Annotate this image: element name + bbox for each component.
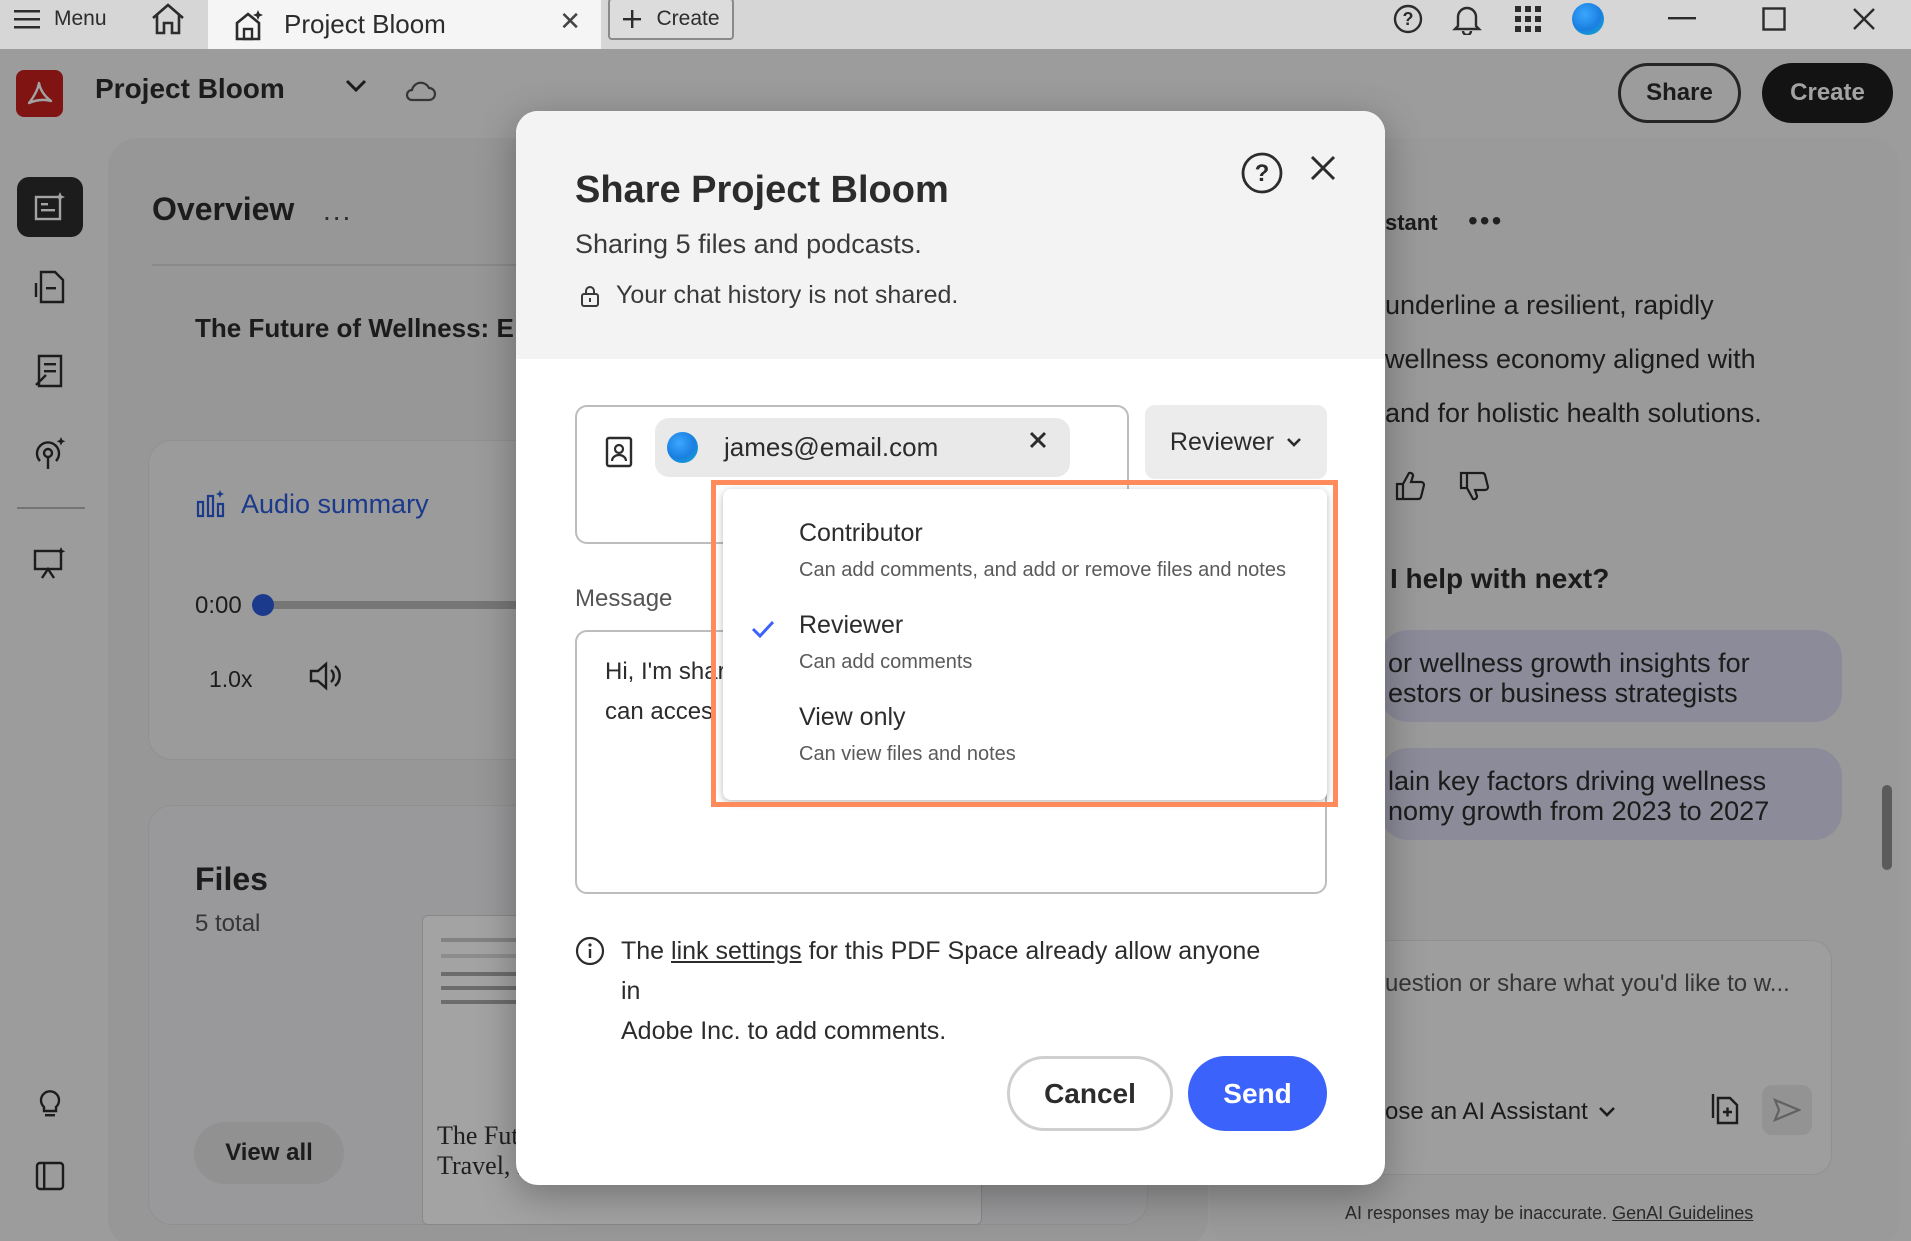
link-settings-link[interactable]: link settings bbox=[671, 937, 802, 965]
info-text: The link settings for this PDF Space alr… bbox=[621, 931, 1275, 1051]
dialog-title: Share Project Bloom bbox=[575, 169, 949, 211]
maximize-icon bbox=[1762, 7, 1786, 31]
dialog-help-button[interactable]: ? bbox=[1240, 151, 1284, 200]
lock-icon bbox=[581, 285, 599, 307]
profile-avatar bbox=[1572, 3, 1604, 35]
menu-label: Menu bbox=[54, 7, 107, 30]
help-button[interactable]: ? bbox=[1392, 0, 1424, 38]
link-settings-info: The link settings for this PDF Space alr… bbox=[575, 931, 1275, 1051]
dialog-close-button[interactable] bbox=[1308, 153, 1338, 188]
recipient-email: james@email.com bbox=[724, 432, 939, 462]
apps-button[interactable] bbox=[1514, 0, 1542, 38]
recipient-chip[interactable]: james@email.com bbox=[655, 418, 1070, 477]
close-icon bbox=[1310, 155, 1336, 181]
close-tab-icon[interactable]: ✕ bbox=[559, 6, 581, 37]
role-dropdown-value: Reviewer bbox=[1169, 427, 1275, 456]
hamburger-icon bbox=[14, 10, 40, 29]
highlight-annotation bbox=[711, 480, 1338, 807]
profile-button[interactable] bbox=[1572, 0, 1604, 38]
contact-card-icon bbox=[605, 436, 633, 468]
menu-button[interactable]: Menu bbox=[14, 0, 107, 38]
close-window-button[interactable] bbox=[1852, 0, 1876, 38]
info-line2: Adobe Inc. to add comments. bbox=[621, 1017, 947, 1045]
privacy-note-text: Your chat history is not shared. bbox=[616, 281, 959, 309]
tab-project-bloom[interactable]: Project Bloom ✕ bbox=[208, 0, 601, 49]
help-icon: ? bbox=[1393, 4, 1423, 34]
minimize-button[interactable] bbox=[1668, 0, 1696, 38]
project-space-icon bbox=[235, 9, 263, 40]
chevron-down-icon bbox=[1287, 438, 1302, 447]
title-bar: Menu Project Bloom ✕ Create ? bbox=[0, 0, 1911, 49]
svg-text:?: ? bbox=[1403, 9, 1414, 29]
role-dropdown[interactable]: Reviewer bbox=[1145, 405, 1327, 479]
cancel-button[interactable]: Cancel bbox=[1007, 1056, 1173, 1131]
close-window-icon bbox=[1853, 8, 1875, 30]
dialog-subtitle: Sharing 5 files and podcasts. bbox=[575, 229, 922, 259]
message-label: Message bbox=[575, 585, 673, 612]
address-book-button[interactable] bbox=[604, 436, 634, 473]
close-icon bbox=[1029, 431, 1047, 449]
create-tab-button[interactable]: Create bbox=[608, 0, 734, 40]
maximize-button[interactable] bbox=[1762, 0, 1786, 38]
privacy-note: Your chat history is not shared. bbox=[580, 281, 958, 310]
info-prefix: The bbox=[621, 937, 672, 965]
home-icon bbox=[152, 3, 184, 35]
create-tab-label: Create bbox=[656, 7, 720, 30]
bell-icon bbox=[1452, 6, 1482, 35]
tab-label: Project Bloom bbox=[284, 9, 446, 39]
help-icon: ? bbox=[1241, 152, 1283, 194]
remove-recipient-button[interactable] bbox=[1028, 430, 1048, 455]
home-button[interactable] bbox=[150, 0, 186, 38]
recipient-avatar bbox=[667, 432, 698, 463]
send-button[interactable]: Send bbox=[1188, 1056, 1327, 1131]
app-grid-icon bbox=[1515, 6, 1541, 32]
plus-icon bbox=[623, 10, 642, 28]
info-icon bbox=[575, 936, 605, 966]
svg-text:?: ? bbox=[1255, 160, 1270, 187]
minimize-icon bbox=[1668, 17, 1696, 20]
notifications-button[interactable] bbox=[1452, 0, 1482, 38]
